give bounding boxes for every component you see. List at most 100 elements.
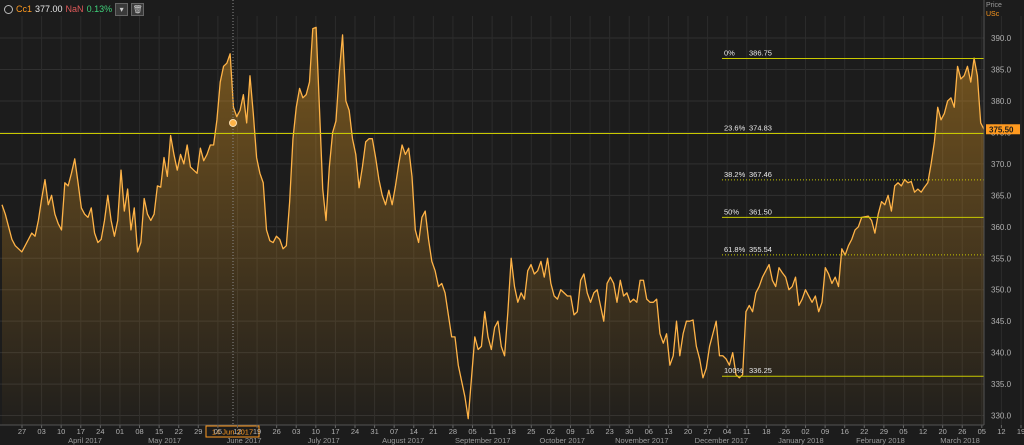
x-tick-label: 06 bbox=[645, 427, 653, 436]
x-tick-label: 13 bbox=[664, 427, 672, 436]
x-tick-label: 15 bbox=[155, 427, 163, 436]
x-month-label: June 2017 bbox=[227, 436, 262, 445]
x-month-label: October 2017 bbox=[540, 436, 585, 445]
x-tick-label: 12 bbox=[233, 427, 241, 436]
y-tick-label: 360.0 bbox=[991, 223, 1012, 232]
x-tick-label: 18 bbox=[762, 427, 770, 436]
series-color-icon[interactable] bbox=[4, 4, 13, 14]
x-tick-label: 16 bbox=[586, 427, 594, 436]
x-tick-label: 01 bbox=[116, 427, 124, 436]
x-month-label: May 2017 bbox=[148, 436, 181, 445]
x-month-label: February 2018 bbox=[856, 436, 905, 445]
y-tick-label: 330.0 bbox=[991, 412, 1012, 421]
y-tick-label: 380.0 bbox=[991, 97, 1012, 106]
fib-level-value: 361.50 bbox=[749, 207, 772, 216]
x-tick-label: 27 bbox=[18, 427, 26, 436]
x-tick-label: 30 bbox=[625, 427, 633, 436]
x-tick-label: 29 bbox=[880, 427, 888, 436]
x-month-label: September 2017 bbox=[455, 436, 510, 445]
x-tick-label: 19 bbox=[1017, 427, 1024, 436]
x-tick-label: 25 bbox=[527, 427, 535, 436]
x-tick-label: 23 bbox=[605, 427, 613, 436]
trash-icon[interactable]: 🗑 bbox=[131, 2, 145, 16]
x-tick-label: 20 bbox=[938, 427, 946, 436]
x-tick-label: 16 bbox=[841, 427, 849, 436]
dropdown-icon[interactable]: ▾ bbox=[115, 2, 129, 16]
x-tick-label: 03 bbox=[292, 427, 300, 436]
x-month-label: December 2017 bbox=[695, 436, 748, 445]
last-price-label: 375.50 bbox=[989, 125, 1014, 134]
x-tick-label: 17 bbox=[77, 427, 85, 436]
x-tick-label: 05 bbox=[468, 427, 476, 436]
legend-percent: 0.13% bbox=[86, 4, 113, 14]
x-tick-label: 07 bbox=[390, 427, 398, 436]
x-month-label: March 2018 bbox=[940, 436, 980, 445]
x-tick-label: 24 bbox=[96, 427, 104, 436]
x-tick-label: 09 bbox=[821, 427, 829, 436]
price-chart[interactable]: 0% 386.75 23.6% 374.83 38.2% 367.46 50% 361.50 6… bbox=[0, 0, 1024, 445]
y-tick-label: 345.0 bbox=[991, 317, 1012, 326]
y-tick-label: 340.0 bbox=[991, 349, 1012, 358]
legend-last: 377.00 bbox=[35, 4, 63, 14]
fib-level-value: 336.25 bbox=[749, 366, 772, 375]
x-tick-label: 12 bbox=[919, 427, 927, 436]
y-tick-label: 370.0 bbox=[991, 160, 1012, 169]
y-tick-label: 365.0 bbox=[991, 191, 1012, 200]
x-tick-label: 04 bbox=[723, 427, 731, 436]
x-month-label: April 2017 bbox=[68, 436, 102, 445]
crosshair-point bbox=[229, 118, 237, 127]
x-tick-label: 02 bbox=[547, 427, 555, 436]
fib-level-percent: 61.8% bbox=[724, 245, 746, 254]
x-tick-label: 19 bbox=[253, 427, 261, 436]
x-tick-label: 05 bbox=[978, 427, 986, 436]
fib-level-percent: 23.6% bbox=[724, 123, 746, 132]
y-tick-label: 385.0 bbox=[991, 65, 1012, 74]
fib-level-percent: 50% bbox=[724, 207, 739, 216]
x-tick-label: 10 bbox=[312, 427, 320, 436]
x-month-label: July 2017 bbox=[308, 436, 340, 445]
x-tick-label: 22 bbox=[860, 427, 868, 436]
y-tick-label: 335.0 bbox=[991, 380, 1012, 389]
chart-legend: Cc1 377.00 NaN 0.13% ▾ 🗑 bbox=[4, 2, 145, 16]
x-tick-label: 08 bbox=[135, 427, 143, 436]
x-tick-label: 03 bbox=[37, 427, 45, 436]
fib-level-percent: 0% bbox=[724, 48, 735, 57]
x-tick-label: 02 bbox=[801, 427, 809, 436]
x-tick-label: 14 bbox=[410, 427, 418, 436]
x-tick-label: 11 bbox=[743, 427, 751, 436]
axis-title: Price bbox=[986, 2, 1002, 9]
legend-symbol: Cc1 bbox=[16, 4, 33, 14]
x-tick-label: 18 bbox=[508, 427, 516, 436]
x-tick-label: 26 bbox=[958, 427, 966, 436]
x-tick-label: 05 bbox=[214, 427, 222, 436]
x-tick-label: 31 bbox=[370, 427, 378, 436]
x-tick-label: 28 bbox=[449, 427, 457, 436]
fib-level-percent: 38.2% bbox=[724, 170, 746, 179]
fib-level-percent: 100% bbox=[724, 366, 744, 375]
x-tick-label: 29 bbox=[194, 427, 202, 436]
x-tick-label: 17 bbox=[331, 427, 339, 436]
fib-level-value: 355.54 bbox=[749, 245, 772, 254]
x-tick-label: 12 bbox=[997, 427, 1005, 436]
x-month-label: January 2018 bbox=[778, 436, 823, 445]
fib-level-value: 367.46 bbox=[749, 170, 772, 179]
y-tick-label: 350.0 bbox=[991, 286, 1012, 295]
axis-currency: USc bbox=[986, 11, 1000, 18]
fib-level-value: 386.75 bbox=[749, 48, 772, 57]
x-tick-label: 26 bbox=[782, 427, 790, 436]
price-axis-header: Price USc bbox=[986, 1, 1002, 19]
x-tick-label: 26 bbox=[272, 427, 280, 436]
x-tick-label: 11 bbox=[488, 427, 496, 436]
y-tick-label: 355.0 bbox=[991, 254, 1012, 263]
legend-change: NaN bbox=[65, 4, 84, 14]
x-axis: 27 03 10 17 24 01 08 15 22 29 05 12 19 26 03 10 17 24 31 07… bbox=[0, 424, 1024, 445]
x-tick-label: 22 bbox=[175, 427, 183, 436]
x-tick-label: 24 bbox=[351, 427, 359, 436]
y-tick-label: 390.0 bbox=[991, 34, 1012, 43]
fib-level-value: 374.83 bbox=[749, 123, 772, 132]
y-axis: 330.0 335.0 340.0 345.0 350.0 355.0 360.0 365.0… bbox=[983, 0, 1020, 425]
x-tick-label: 27 bbox=[703, 427, 711, 436]
x-tick-label: 20 bbox=[684, 427, 692, 436]
x-tick-label: 05 bbox=[899, 427, 907, 436]
x-tick-label: 21 bbox=[429, 427, 437, 436]
